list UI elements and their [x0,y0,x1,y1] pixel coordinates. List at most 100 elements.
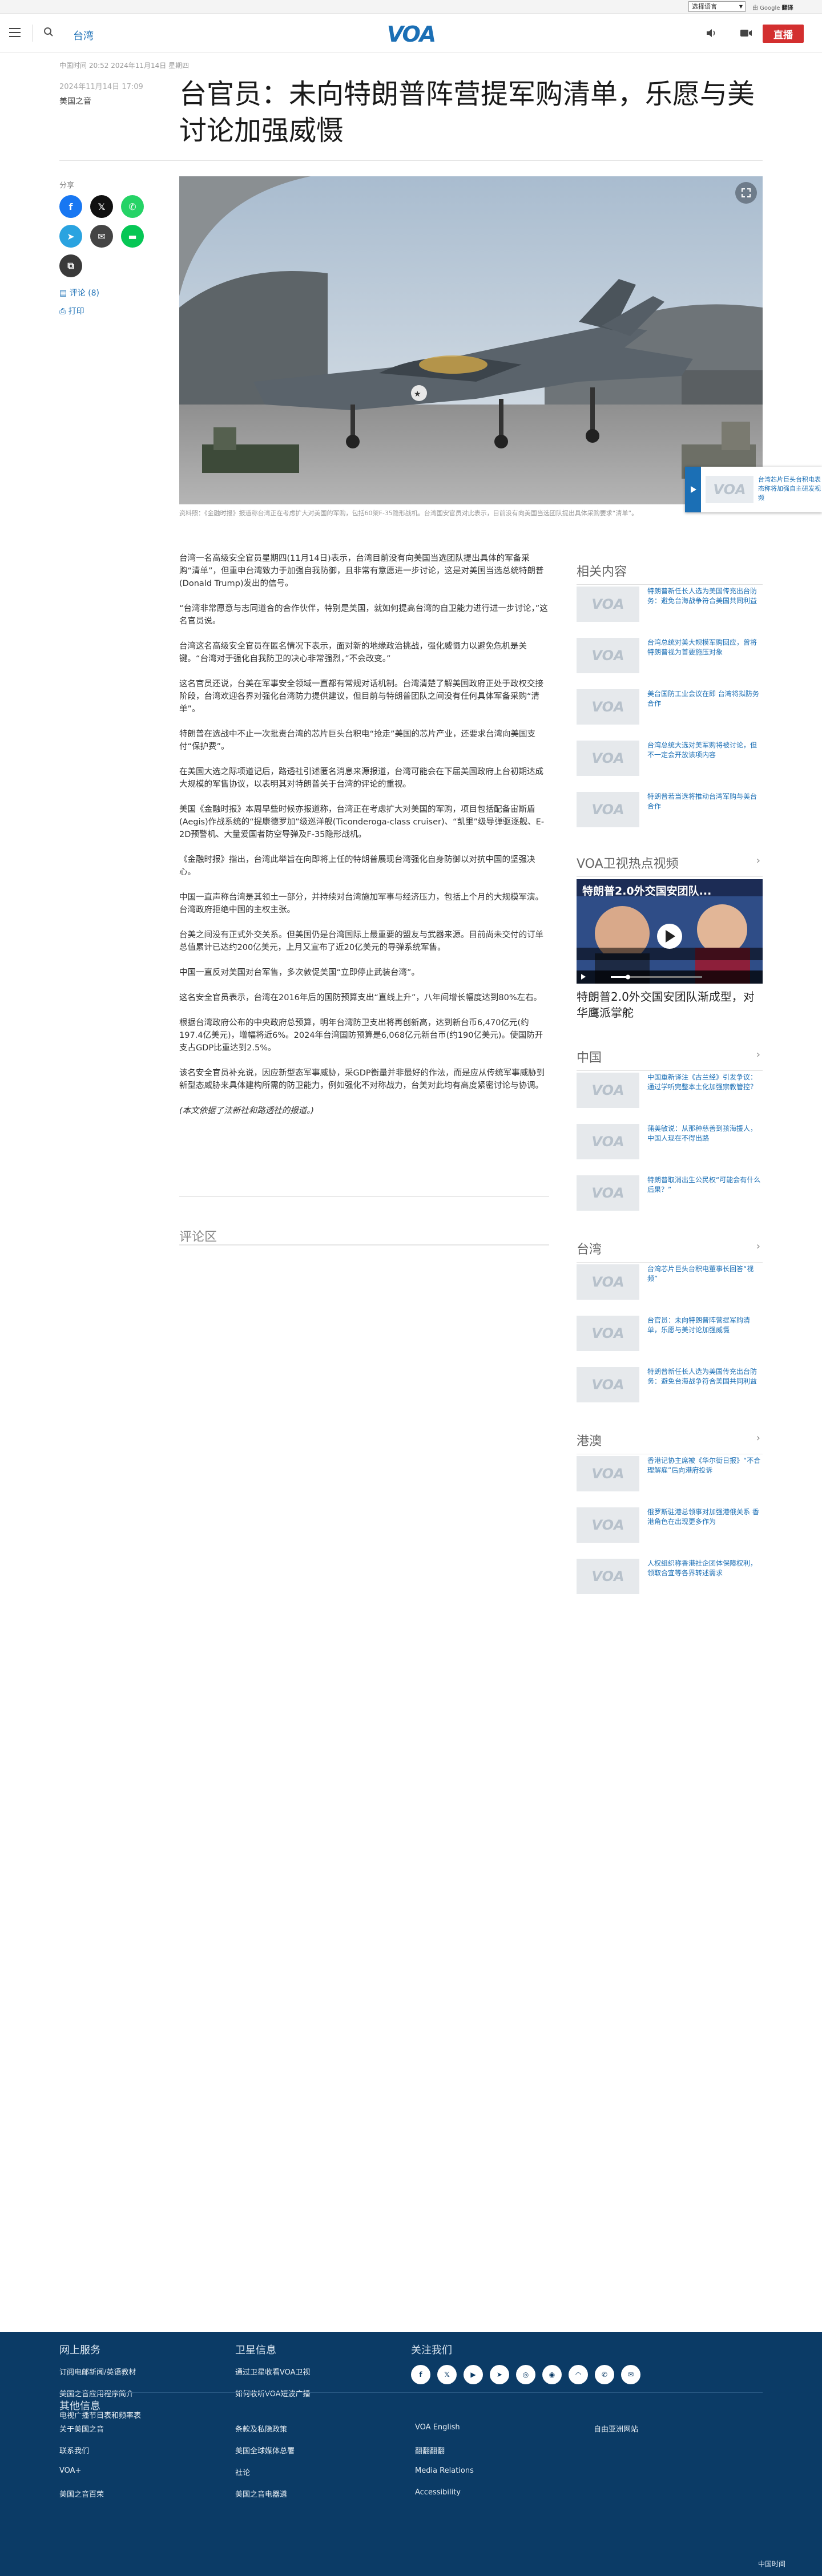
sidebar-list-item[interactable]: VOA 中国重新译注《古兰经》引发争议：通过学听完整本土化加强宗教管控？ [577,1073,763,1111]
footer-link[interactable]: 联系我们 [59,2445,89,2456]
footer-link[interactable]: 美国全球媒体总署 [235,2445,295,2456]
sidebar-item-title[interactable]: 俄罗斯驻港总领事对加强港俄关系 香港角色在出现更多作为 [647,1507,761,1527]
sidebar-item-title[interactable]: 蒲美敏说：从那种慈善到孩海援人，中国人现在不得出路 [647,1124,761,1143]
footer-link[interactable]: 翻翻翻翻 [415,2445,445,2456]
sidebar-list-item[interactable]: VOA 特朗普新任长人选为美国传充出台防务：避免台海战争符合美国共同利益 [577,587,763,625]
sidebar-thumbnail: VOA [577,1456,639,1491]
sidebar-list-item[interactable]: VOA 特朗普取消出生公民权“可能会有什么后果？” [577,1175,763,1214]
comments-link[interactable]: ▤ 评论 (8) [59,287,99,298]
video-icon[interactable] [740,28,752,38]
sidebar-list-item[interactable]: VOA 蒲美敏说：从那种慈善到孩海援人，中国人现在不得出路 [577,1124,763,1163]
article-paragraph: 《金融时报》指出，台湾此举旨在向即将上任的特朗普展现台湾强化自身防御以对抗中国的… [179,855,535,877]
live-button[interactable]: 直播 [763,25,804,43]
footer-link[interactable]: 美国之音百荣 [59,2488,104,2499]
footer-link[interactable]: 订阅电邮新闻/英语教材 [59,2366,136,2377]
sidebar-item-title[interactable]: 特朗普新任长人选为美国传充出台防务：避免台海战争符合美国共同利益 [647,1367,761,1386]
telegram-icon[interactable]: ➤ [490,2365,509,2384]
sidebar-list-item[interactable]: VOA 台湾芯片巨头台积电董事长回答“视频” [577,1264,763,1303]
instagram-icon[interactable]: ◎ [516,2365,535,2384]
sidebar-list-item[interactable]: VOA 俄罗斯驻港总领事对加强港俄关系 香港角色在出现更多作为 [577,1507,763,1546]
mini-player-handle[interactable] [685,467,701,512]
section-link-taiwan[interactable]: 台湾 [73,28,94,43]
sidebar-list-item[interactable]: VOA 台湾总统对美大规模军购回应，曾将特朗普视为首要施压对象 [577,638,763,677]
sidebar-item-title[interactable]: 美台国防工业会议在即 台湾将拟防务合作 [647,689,761,709]
sidebar-list-item[interactable]: VOA 台官员：未向特朗普阵营提军购清单，乐愿与美讨论加强威慑 [577,1316,763,1354]
search-icon[interactable] [43,27,54,37]
video-heading[interactable]: VOA卫视热点视频 › [577,854,763,877]
sidebar-list-item[interactable]: VOA 美台国防工业会议在即 台湾将拟防务合作 [577,689,763,728]
video-player[interactable]: 特朗普2.0外交国安团队... [577,879,763,984]
hamburger-menu-icon[interactable] [9,28,21,37]
x-icon[interactable]: 𝕏 [437,2365,457,2384]
print-link[interactable]: ⎙ 打印 [59,305,84,317]
sidebar-item-title[interactable]: 特朗普若当选将推动台湾军购与美台合作 [647,792,761,811]
email-icon[interactable]: ✉ [621,2365,640,2384]
china-heading[interactable]: 中国 › [577,1048,763,1071]
sidebar-item-title[interactable]: 人权组织称香港社企团体保障权利，领取合宜等各界转述需求 [647,1559,761,1578]
footer-link[interactable]: 自由亚洲网站 [594,2423,638,2434]
sidebar-item-title[interactable]: 特朗普新任长人选为美国传充出台防务：避免台海战争符合美国共同利益 [647,587,761,606]
floating-video-player[interactable]: VOA 台湾芯片巨头台积电表态称将加强自主研发视频 [685,467,822,512]
sidebar-item-title[interactable]: 台湾总统大选对美军购将被讨论，但不一定会开放该项内容 [647,741,761,760]
line-share-icon[interactable]: ▬ [121,225,144,248]
video-title[interactable]: 特朗普2.0外交国安团队渐成型，对华鹰派掌舵 [577,989,763,1021]
sidebar-list-item[interactable]: VOA 特朗普新任长人选为美国传充出台防务：避免台海战争符合美国共同利益 [577,1367,763,1406]
sidebar-thumbnail: VOA [577,1264,639,1300]
sidebar-item-title[interactable]: 香港记协主席被《华尔街日报》“不合理解雇”后向港府投诉 [647,1456,761,1475]
facebook-share-icon[interactable]: f [59,195,82,218]
sidebar-thumbnail: VOA [577,638,639,673]
footer-link[interactable]: 通过卫星收看VOA卫视 [235,2366,311,2377]
timestamp-top: 中国时间 20:52 2024年11月14日 星期四 [59,62,190,70]
sidebar-thumbnail: VOA [577,1175,639,1211]
youtube-icon[interactable]: ▶ [464,2365,483,2384]
sidebar-item-title[interactable]: 台湾芯片巨头台积电董事长回答“视频” [647,1264,761,1284]
copy-link-icon[interactable]: ⧉ [59,254,82,277]
footer-link[interactable]: 条款及私隐政策 [235,2423,287,2434]
footer-link[interactable]: 美国之音应用程序简介 [59,2388,134,2399]
sidebar-item-title[interactable]: 台官员：未向特朗普阵营提军购清单，乐愿与美讨论加强威慑 [647,1316,761,1335]
x-share-icon[interactable]: 𝕏 [90,195,113,218]
facebook-icon[interactable]: f [411,2365,430,2384]
footer-link[interactable]: Media Relations [415,2466,474,2475]
hero-image: ★ [179,176,763,504]
page-title: 台官员：未向特朗普阵营提军购清单，乐愿与美讨论加强威慑 [179,78,755,147]
sidebar-item-title[interactable]: 台湾总统对美大规模军购回应，曾将特朗普视为首要施压对象 [647,638,761,657]
divider [59,2392,763,2393]
footer-link[interactable]: VOA English [415,2423,460,2432]
google-translate-credit[interactable]: 由 Google 翻译 [752,3,793,11]
footer-link[interactable]: 社论 [235,2466,250,2477]
podcast-icon[interactable]: ◉ [542,2365,562,2384]
expand-icon[interactable] [735,182,757,204]
hongkong-heading[interactable]: 港澳 › [577,1431,763,1454]
rss-icon[interactable]: ◠ [569,2365,588,2384]
sidebar-item-title[interactable]: 中国重新译注《古兰经》引发争议：通过学听完整本土化加强宗教管控？ [647,1073,761,1092]
telegram-share-icon[interactable]: ➤ [59,225,82,248]
taiwan-heading[interactable]: 台湾 › [577,1239,763,1263]
sidebar-thumbnail: VOA [577,1073,639,1108]
author[interactable]: 美国之音 [59,95,91,107]
audio-icon[interactable] [706,28,717,38]
article-paragraph: 在美国大选之际项道记后，路透社引述匿名消息来源报道，台湾可能会在下届美国政府上台… [179,767,543,789]
mini-player-title[interactable]: 台湾芯片巨头台积电表态称将加强自主研发视频 [758,475,821,503]
voa-logo[interactable]: VOA [382,22,440,47]
divider [59,160,763,161]
sidebar-list-item[interactable]: VOA 香港记协主席被《华尔街日报》“不合理解雇”后向港府投诉 [577,1456,763,1495]
article-paragraph: 这名安全官员表示，台湾在2016年后的国防预算支出“直线上升”，八年间增长幅度达… [179,993,542,1002]
footer-link[interactable]: Accessibility [415,2488,461,2497]
footer-link[interactable]: 如何收听VOA短波广播 [235,2388,311,2399]
article-paragraph: 台美之间没有正式外交关系。但美国仍是台湾国际上最重要的盟友与武器来源。目前尚未交… [179,931,543,952]
article-source-note: (本文依据了法新社和路透社的报道。) [179,1106,315,1115]
top-strip: 选择语言 ▼ 由 Google 翻译 [0,0,822,14]
sidebar-list-item[interactable]: VOA 人权组织称香港社企团体保障权利，领取合宜等各界转述需求 [577,1559,763,1598]
sidebar-item-title[interactable]: 特朗普取消出生公民权“可能会有什么后果？” [647,1175,761,1195]
footer-link[interactable]: 美国之音电器遴 [235,2488,287,2499]
whatsapp-share-icon[interactable]: ✆ [121,195,144,218]
email-share-icon[interactable]: ✉ [90,225,113,248]
footer-link[interactable]: 关于美国之音 [59,2423,104,2434]
chevron-right-icon: › [756,1049,760,1061]
language-select[interactable]: 选择语言 ▼ [688,1,746,12]
footer-link[interactable]: VOA+ [59,2466,81,2475]
sidebar-list-item[interactable]: VOA 台湾总统大选对美军购将被讨论，但不一定会开放该项内容 [577,741,763,779]
sidebar-list-item[interactable]: VOA 特朗普若当选将推动台湾军购与美台合作 [577,792,763,831]
whatsapp-icon[interactable]: ✆ [595,2365,614,2384]
